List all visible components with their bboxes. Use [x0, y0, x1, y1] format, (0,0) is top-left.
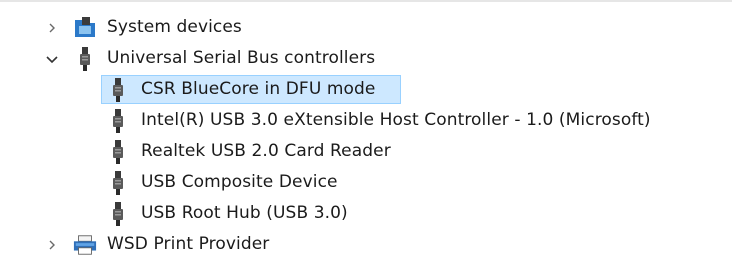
- folder-chip-icon: [73, 16, 97, 40]
- tree-item-label: Intel(R) USB 3.0 eXtensible Host Control…: [141, 110, 651, 130]
- tree-item-system-devices[interactable]: System devices: [0, 12, 732, 43]
- usb-plug-icon: [106, 171, 130, 195]
- tree-item-usb-composite-device[interactable]: USB Composite Device: [0, 167, 732, 198]
- device-tree: System devices Universal Serial Bus cont…: [0, 12, 732, 259]
- top-divider: [0, 0, 732, 2]
- printer-icon: [73, 233, 97, 257]
- chevron-right-icon[interactable]: [44, 229, 60, 259]
- tree-item-label: Universal Serial Bus controllers: [107, 48, 376, 68]
- device-manager-tree-view: System devices Universal Serial Bus cont…: [0, 0, 732, 259]
- usb-plug-icon: [106, 109, 130, 133]
- tree-item-label: System devices: [107, 17, 242, 37]
- chevron-right-icon[interactable]: [44, 12, 60, 43]
- tree-item-label: USB Composite Device: [141, 172, 338, 192]
- tree-item-label: Realtek USB 2.0 Card Reader: [141, 141, 391, 161]
- tree-item-label: USB Root Hub (USB 3.0): [141, 203, 348, 223]
- tree-item-wsd-print-provider[interactable]: WSD Print Provider: [0, 229, 732, 259]
- usb-plug-icon: [73, 47, 97, 71]
- tree-item-csr-bluecore[interactable]: CSR BlueCore in DFU mode: [0, 74, 732, 105]
- tree-item-usb-root-hub[interactable]: USB Root Hub (USB 3.0): [0, 198, 732, 229]
- usb-plug-icon: [106, 140, 130, 164]
- tree-item-label: WSD Print Provider: [107, 234, 270, 254]
- tree-item-label: CSR BlueCore in DFU mode: [141, 79, 376, 99]
- usb-plug-icon: [106, 78, 130, 102]
- chevron-down-icon[interactable]: [44, 43, 60, 74]
- tree-item-intel-usb3[interactable]: Intel(R) USB 3.0 eXtensible Host Control…: [0, 105, 732, 136]
- usb-plug-icon: [106, 202, 130, 226]
- tree-item-usb-controllers[interactable]: Universal Serial Bus controllers: [0, 43, 732, 74]
- tree-item-realtek-card-reader[interactable]: Realtek USB 2.0 Card Reader: [0, 136, 732, 167]
